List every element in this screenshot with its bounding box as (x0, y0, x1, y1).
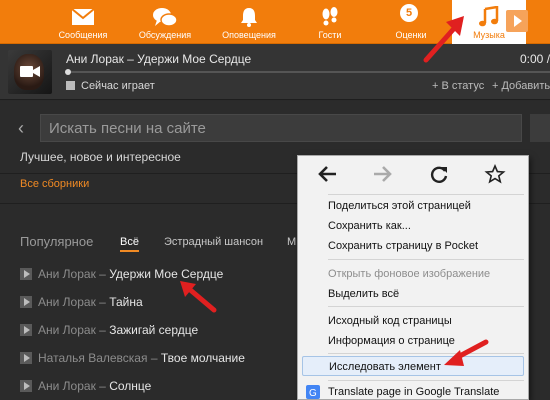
separator-text: – (99, 323, 106, 337)
nav-label: Оповещения (222, 30, 276, 40)
menu-save-as[interactable]: Сохранить как... (328, 216, 524, 236)
song-title[interactable]: Твое молчание (161, 351, 245, 365)
add-track-link[interactable]: + Добавить (492, 80, 550, 92)
progress-bar[interactable] (65, 69, 550, 75)
song-separator: – (96, 323, 109, 337)
separator-text: – (99, 379, 106, 393)
search-placeholder: Искать песни на сайте (49, 120, 206, 137)
menu-separator (328, 259, 524, 260)
song-separator: – (96, 267, 109, 281)
song-artist[interactable]: Ани Лорак (38, 267, 96, 281)
now-playing-text: Сейчас играет (81, 80, 155, 92)
song-row[interactable]: Ани Лорак – Солнце (20, 379, 151, 397)
context-nav-buttons (298, 156, 530, 192)
song-row[interactable]: Ани Лорак – Зажигай сердце (20, 323, 198, 341)
nav-discussions[interactable]: Обсуждения (128, 0, 202, 44)
separator-text: – (99, 295, 106, 309)
separator-text: – (99, 267, 106, 281)
play-icon[interactable] (20, 296, 32, 308)
song-title[interactable]: Удержи Мое Сердце (109, 267, 223, 281)
music-note-icon (479, 6, 499, 27)
nav-label: Сообщения (58, 30, 108, 40)
back-button[interactable]: ‹ (10, 115, 32, 141)
video-camera-icon (20, 66, 40, 77)
current-track-title: Ани Лорак – Удержи Мое Сердце (66, 52, 252, 66)
song-separator: – (96, 295, 109, 309)
tab-more[interactable]: М (287, 236, 296, 248)
song-title[interactable]: Тайна (109, 295, 142, 309)
envelope-icon (71, 8, 95, 25)
menu-save-to-pocket[interactable]: Сохранить страницу в Pocket (328, 236, 524, 256)
reload-icon[interactable] (428, 164, 450, 184)
footprints-icon (322, 7, 338, 26)
song-separator: – (147, 351, 160, 365)
nav-notifications[interactable]: Оповещения (212, 0, 286, 44)
progress-handle[interactable] (65, 69, 71, 75)
rating-five-icon: 5 (400, 4, 418, 22)
nav-guests[interactable]: Гости (293, 0, 367, 44)
search-button[interactable] (530, 114, 550, 142)
song-separator: – (96, 379, 109, 393)
back-arrow-icon[interactable] (316, 164, 338, 184)
section-subtitle: Лучшее, новое и интересное (20, 150, 181, 164)
forward-arrow-icon[interactable] (372, 164, 394, 184)
nav-label: Гости (318, 30, 342, 40)
play-icon[interactable] (20, 324, 32, 336)
play-icon[interactable] (20, 352, 32, 364)
chat-bubbles-icon (153, 8, 178, 27)
track-time: 0:00 / (520, 52, 550, 66)
browser-context-menu: Поделиться этой страницей Сохранить как.… (297, 155, 529, 400)
song-title[interactable]: Зажигай сердце (109, 323, 198, 337)
menu-translate-page[interactable]: Translate page in Google Translate (328, 382, 524, 400)
menu-separator (328, 194, 524, 195)
song-row[interactable]: Наталья Валевская – Твое молчание (20, 351, 245, 369)
svg-text:G: G (309, 388, 317, 399)
popular-heading: Популярное (20, 234, 94, 249)
tab-all[interactable]: Всё (120, 236, 139, 252)
menu-share-page[interactable]: Поделиться этой страницей (328, 196, 524, 216)
menu-view-source[interactable]: Исходный код страницы (328, 311, 524, 331)
add-to-status-link[interactable]: + В статус (432, 80, 484, 92)
play-icon[interactable] (20, 268, 32, 280)
tab-estrada-chanson[interactable]: Эстрадный шансон (164, 236, 263, 248)
bookmark-star-icon[interactable] (484, 164, 506, 184)
play-video-button[interactable] (506, 10, 528, 32)
playlist-icon (66, 81, 75, 90)
google-translate-icon: G (306, 385, 320, 399)
bell-icon (241, 8, 257, 27)
menu-separator (328, 306, 524, 307)
play-icon[interactable] (20, 380, 32, 392)
song-row[interactable]: Ани Лорак – Тайна (20, 295, 143, 313)
top-navigation-bar: Сообщения Обсуждения Оповещения Гости 5 … (0, 0, 550, 44)
menu-open-background-image: Открыть фоновое изображение (328, 268, 491, 280)
menu-inspect-element[interactable]: Исследовать элемент (302, 356, 524, 376)
chevron-left-icon: ‹ (18, 118, 24, 138)
all-collections-link[interactable]: Все сборники (20, 178, 89, 190)
nav-label: Обсуждения (138, 30, 192, 40)
menu-page-info[interactable]: Информация о странице (328, 331, 524, 351)
nav-messages[interactable]: Сообщения (46, 0, 120, 44)
menu-separator (328, 353, 524, 354)
now-playing-label[interactable]: Сейчас играет (66, 80, 155, 92)
song-artist[interactable]: Ани Лорак (38, 295, 96, 309)
song-row[interactable]: Ани Лорак – Удержи Мое Сердце (20, 267, 223, 285)
album-cover[interactable] (8, 50, 52, 94)
nav-ratings[interactable]: 5 Оценки (374, 0, 448, 44)
play-icon (514, 15, 522, 27)
song-artist[interactable]: Ани Лорак (38, 379, 96, 393)
nav-label: Оценки (395, 30, 427, 40)
song-artist[interactable]: Ани Лорак (38, 323, 96, 337)
song-title[interactable]: Солнце (109, 379, 151, 393)
separator-text: – (150, 351, 158, 365)
page: Сообщения Обсуждения Оповещения Гости 5 … (0, 0, 550, 400)
menu-select-all[interactable]: Выделить всё (328, 284, 524, 304)
song-artist[interactable]: Наталья Валевская (38, 351, 147, 365)
music-player: Ани Лорак – Удержи Мое Сердце 0:00 / Сей… (0, 44, 550, 100)
menu-separator (328, 380, 524, 381)
search-input[interactable]: Искать песни на сайте (40, 114, 522, 142)
